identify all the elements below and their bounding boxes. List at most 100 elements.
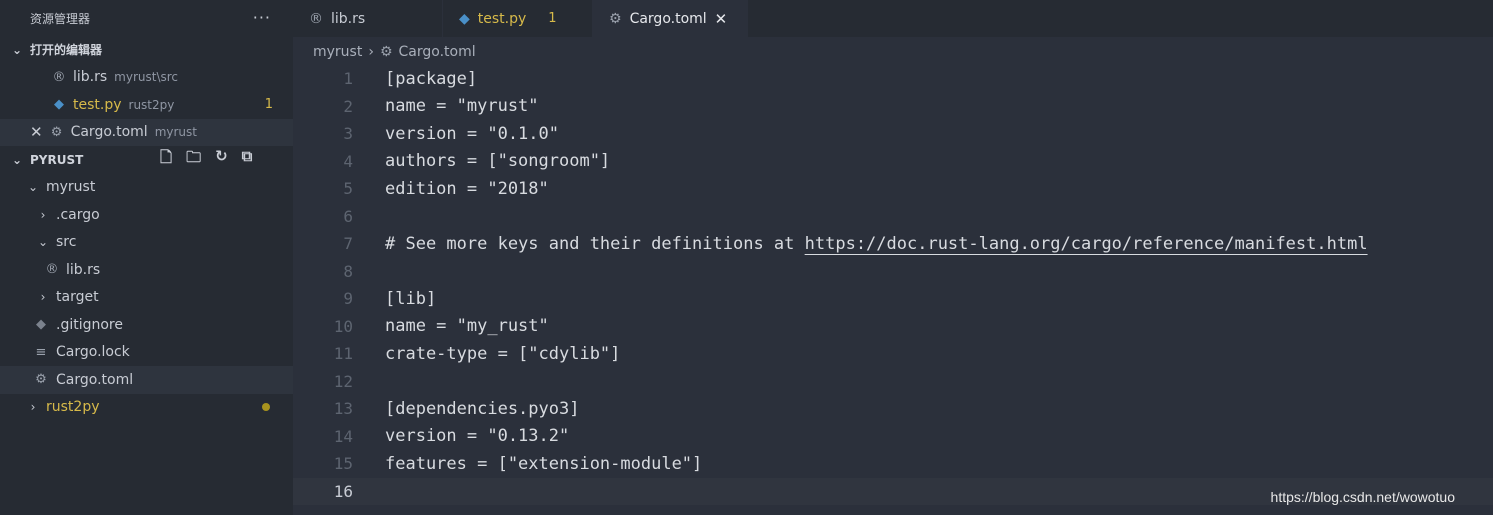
gear-icon: ⚙ [609,10,622,27]
gear-icon: ⚙ [50,124,63,140]
explorer-title: 资源管理器 [30,11,91,26]
line-number: 16 [333,481,353,501]
open-editor-item-lib-rs[interactable]: ® lib.rs myrust\src [0,64,293,92]
code-line[interactable]: 6 [293,203,1493,231]
code-line[interactable]: 4 authors = ["songroom"] [293,148,1493,176]
line-number: 10 [333,316,353,336]
tree-item-label: lib.rs [66,261,101,278]
open-editor-desc: myrust [154,125,197,140]
line-text: features = ["extension-module"] [385,453,703,474]
line-number: 15 [333,454,353,474]
breadcrumb-file[interactable]: Cargo.toml [399,44,476,60]
code-line[interactable]: 10 name = "my_rust" [293,313,1493,341]
code-editor[interactable]: 1 [package] 2 name = "myrust" 3 version = "… [293,65,1493,515]
tree-item-label: Cargo.toml [56,371,134,388]
line-text: version = "0.13.2" [385,426,570,447]
chevron-right-icon: › [30,400,36,415]
manifest-link[interactable]: https://doc.rust-lang.org/cargo/referenc… [805,234,1368,254]
tree-file-cargo-toml[interactable]: ⚙ Cargo.toml [0,366,293,394]
open-editor-desc: myrust\src [114,70,179,85]
line-text: [dependencies.pyo3] [385,398,580,419]
tree-item-label: myrust [46,179,96,196]
explorer-sidebar: 资源管理器 ··· ⌄ 打开的编辑器 ® lib.rs myrust\src ◆… [0,0,293,515]
open-editor-item-test-py[interactable]: ◆ test.py rust2py 1 [0,91,293,119]
line-number: 9 [343,289,353,309]
tree-folder-cargo[interactable]: › .cargo [0,201,293,229]
chevron-down-icon: ⌄ [11,42,23,57]
tree-item-label: .cargo [56,206,100,223]
tab-label: test.py [477,10,527,27]
open-editor-name: lib.rs [73,69,108,86]
tab-label: lib.rs [331,10,366,27]
line-number: 13 [333,399,353,419]
line-number: 14 [333,426,353,446]
line-text: version = "0.1.0" [385,123,559,144]
code-line[interactable]: 15 features = ["extension-module"] [293,450,1493,478]
tab-lib-rs[interactable]: ® lib.rs [293,0,443,37]
open-editors-section[interactable]: ⌄ 打开的编辑器 [0,36,293,64]
breadcrumb-folder[interactable]: myrust [313,44,362,60]
more-actions-icon[interactable]: ··· [253,8,271,27]
line-number: 11 [333,344,353,364]
problem-count-badge: 1 [548,11,557,26]
line-text: # See more keys and their definitions at… [385,234,1368,254]
tree-item-label: rust2py [46,399,100,416]
lines-icon: ≡ [35,344,47,360]
breadcrumb: myrust › ⚙ Cargo.toml [313,41,476,63]
open-editor-item-cargo-toml[interactable]: ✕ ⚙ Cargo.toml myrust [0,118,293,146]
code-line[interactable]: 12 [293,368,1493,396]
code-line[interactable]: 2 name = "myrust" [293,93,1493,121]
open-editor-desc: rust2py [128,97,175,112]
tree-folder-myrust[interactable]: ⌄ myrust [0,174,293,202]
tab-test-py[interactable]: ◆ test.py 1 [443,0,593,37]
code-line[interactable]: 5 edition = "2018" [293,175,1493,203]
line-number: 3 [343,124,353,144]
tree-file-gitignore[interactable]: ◆ .gitignore [0,311,293,339]
rust-file-icon: ® [309,10,323,27]
code-line[interactable]: 9 [lib] [293,285,1493,313]
tree-item-label: Cargo.lock [56,344,130,361]
line-number: 2 [343,96,353,116]
gear-icon: ⚙ [35,372,47,388]
line-text: name = "my_rust" [385,316,549,337]
rust-file-icon: ® [45,262,59,278]
code-line[interactable]: 8 [293,258,1493,286]
rust-file-icon: ® [52,69,66,85]
new-file-icon[interactable]: 🗋 [160,147,172,172]
problem-count-badge: 1 [264,97,273,113]
code-line[interactable]: 14 version = "0.13.2" [293,423,1493,451]
line-number: 8 [343,261,353,281]
tree-item-label: src [56,234,77,251]
modified-dot-icon [262,403,270,412]
open-editor-name: test.py [73,96,122,113]
workspace-label: PYRUST [30,152,84,167]
explorer-header: 资源管理器 ··· [0,0,293,36]
tree-file-cargo-lock[interactable]: ≡ Cargo.lock [0,339,293,367]
line-number: 5 [343,179,353,199]
line-text: [package] [385,68,478,89]
tab-cargo-toml[interactable]: ⚙ Cargo.toml ✕ [593,0,748,37]
code-line[interactable]: 13 [dependencies.pyo3] [293,395,1493,423]
code-line[interactable]: 3 version = "0.1.0" [293,120,1493,148]
tree-folder-src[interactable]: ⌄ src [0,229,293,257]
tree-file-lib-rs[interactable]: ® lib.rs [0,256,293,284]
tree-item-label: .gitignore [56,316,123,333]
close-icon[interactable]: ✕ [30,123,43,141]
line-text: edition = "2018" [385,178,549,199]
code-line[interactable]: 11 crate-type = ["cdylib"] [293,340,1493,368]
python-file-icon: ◆ [54,97,64,113]
tree-folder-target[interactable]: › target [0,284,293,312]
line-text: crate-type = ["cdylib"] [385,343,621,364]
close-icon[interactable]: ✕ [715,10,728,28]
workspace-section[interactable]: ⌄ PYRUST 🗋 🗀 ↻ ⧉ [0,146,293,174]
chevron-down-icon: ⌄ [27,180,39,195]
new-folder-icon[interactable]: 🗀 [186,147,201,172]
code-line[interactable]: 1 [package] [293,65,1493,93]
refresh-icon[interactable]: ↻ [215,147,228,172]
tree-folder-rust2py[interactable]: › rust2py [0,394,293,422]
line-number: 6 [343,206,353,226]
git-icon: ◆ [36,317,46,333]
code-line[interactable]: 7 # See more keys and their definitions a… [293,230,1493,258]
line-number: 4 [343,151,353,171]
collapse-all-icon[interactable]: ⧉ [242,147,253,172]
